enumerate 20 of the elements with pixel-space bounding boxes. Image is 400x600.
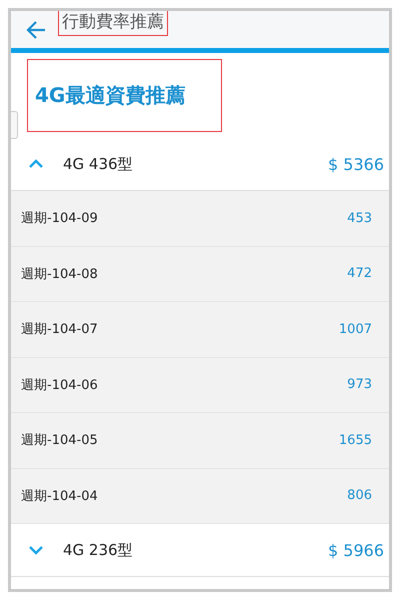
plan-price: $ 5366 — [328, 154, 384, 174]
period-amount: 1007 — [338, 322, 372, 337]
period-amount: 1655 — [338, 432, 372, 448]
period-amount: 472 — [347, 266, 372, 282]
plan-price: $ 5966 — [328, 540, 384, 560]
period-amount: 973 — [347, 377, 372, 392]
plan-name: 4G 436型 — [63, 154, 134, 174]
plan-name: 4G 236型 — [63, 540, 134, 560]
period-label: 週期-104-09 — [21, 210, 98, 228]
period-label: 週期-104-07 — [21, 321, 98, 338]
back-arrow-icon[interactable] — [25, 20, 47, 40]
period-label: 週期-104-08 — [21, 266, 98, 283]
period-label: 週期-104-04 — [21, 488, 98, 505]
period-amount: 453 — [347, 210, 372, 226]
section-heading: 4G最適資費推薦 — [28, 60, 222, 131]
period-label: 週期-104-05 — [21, 432, 98, 450]
screen-title: 行動費率推薦 — [59, 11, 167, 34]
period-amount: 806 — [347, 488, 372, 504]
period-label: 週期-104-06 — [21, 376, 98, 394]
drawer-handle[interactable] — [11, 111, 18, 139]
